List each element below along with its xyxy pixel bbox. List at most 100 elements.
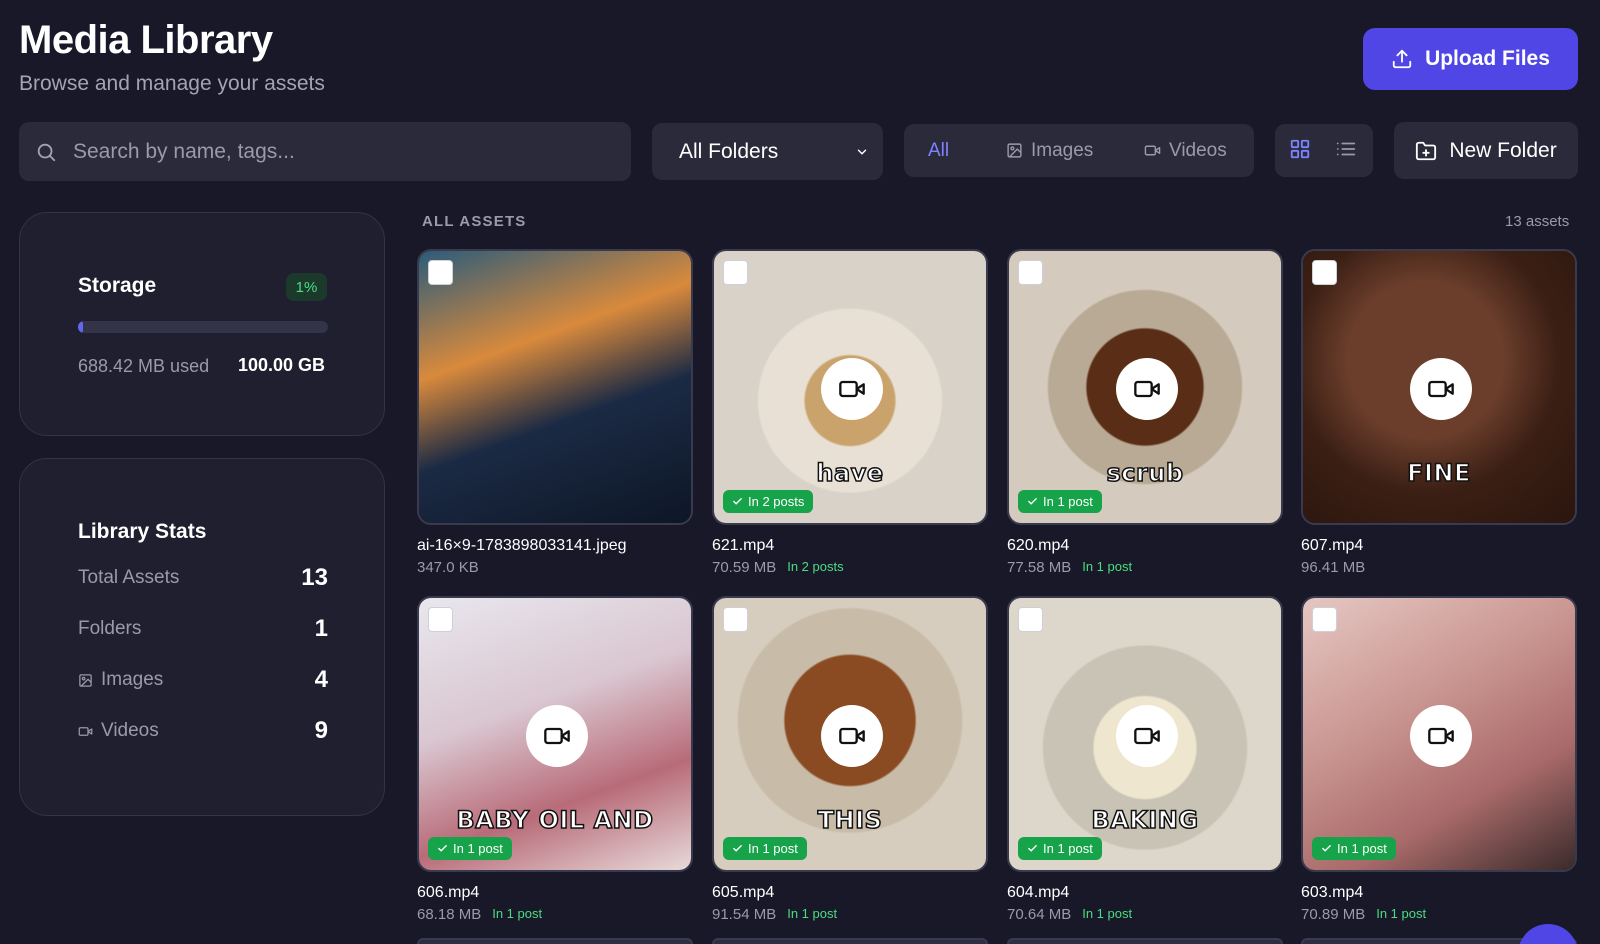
filter-all-button[interactable]: All <box>928 124 949 177</box>
asset-thumbnail[interactable]: BAKING In 1 post <box>1007 596 1283 872</box>
video-icon <box>1134 380 1160 398</box>
video-play-button[interactable] <box>1410 358 1472 420</box>
select-checkbox[interactable] <box>1018 607 1043 632</box>
check-icon <box>438 845 447 852</box>
asset-tile[interactable]: ai-16×9-1783898033141.jpeg 347.0 KB <box>417 249 693 576</box>
video-play-button[interactable] <box>1410 705 1472 767</box>
search-icon <box>37 143 56 161</box>
post-usage-badge: In 1 post <box>1018 490 1102 513</box>
asset-thumbnail[interactable]: THIS In 1 post <box>712 596 988 872</box>
grid-view-icon <box>1290 139 1310 159</box>
asset-tile-partial <box>1007 938 1283 944</box>
asset-thumbnail[interactable]: have In 2 posts <box>712 249 988 525</box>
asset-tile-partial <box>712 938 988 944</box>
stat-label-text: Videos <box>101 720 159 741</box>
asset-size: 77.58 MB <box>1007 559 1072 576</box>
chevron-down-icon <box>857 149 867 155</box>
asset-thumbnail[interactable]: scrub In 1 post <box>1007 249 1283 525</box>
storage-percent-badge: 1% <box>286 273 327 301</box>
asset-post-count: In 1 post <box>492 906 543 921</box>
storage-card: Storage 1% 688.42 MB used 100.00 GB <box>19 212 385 436</box>
stat-label: Folders <box>78 618 142 639</box>
grid-view-button[interactable] <box>1289 138 1313 162</box>
asset-post-count: In 2 posts <box>787 559 844 574</box>
asset-thumbnail[interactable]: FINE <box>1301 249 1577 525</box>
select-checkbox[interactable] <box>1018 260 1043 285</box>
filter-images-button[interactable]: Images <box>1006 124 1093 177</box>
video-play-button[interactable] <box>821 358 883 420</box>
asset-thumbnail[interactable]: In 1 post <box>1301 596 1577 872</box>
upload-files-button[interactable]: Upload Files <box>1363 28 1578 90</box>
check-icon <box>733 498 742 505</box>
asset-size: 68.18 MB <box>417 906 482 923</box>
asset-tile[interactable]: scrub In 1 post 620.mp4 77.58 MB In 1 po… <box>1007 249 1283 576</box>
stat-label-videos: Videos <box>78 720 159 742</box>
asset-name: 620.mp4 <box>1007 537 1070 554</box>
folder-select[interactable]: All Folders <box>652 123 883 180</box>
asset-tile[interactable]: THIS In 1 post 605.mp4 91.54 MB In 1 pos… <box>712 596 988 923</box>
video-icon <box>78 726 93 736</box>
post-usage-badge: In 2 posts <box>723 490 814 513</box>
asset-tile-partial <box>417 938 693 944</box>
video-icon <box>1134 727 1160 745</box>
stat-value: 9 <box>314 717 328 744</box>
post-usage-badge: In 1 post <box>723 837 807 860</box>
post-usage-badge-label: In 1 post <box>748 841 798 856</box>
new-folder-button[interactable]: New Folder <box>1394 122 1578 179</box>
asset-tile[interactable]: FINE 607.mp4 96.41 MB <box>1301 249 1577 576</box>
asset-name: 604.mp4 <box>1007 884 1070 901</box>
post-usage-badge: In 1 post <box>1312 837 1396 860</box>
filter-videos-label: Videos <box>1169 139 1227 161</box>
video-play-button[interactable] <box>526 705 588 767</box>
asset-meta: 70.59 MB In 2 posts <box>712 559 988 576</box>
post-usage-badge-label: In 2 posts <box>748 494 805 509</box>
post-usage-badge-label: In 1 post <box>1043 494 1093 509</box>
select-checkbox[interactable] <box>1312 607 1337 632</box>
video-play-button[interactable] <box>1116 358 1178 420</box>
floating-action-button[interactable] <box>1518 924 1578 944</box>
thumbnail-caption: have <box>816 458 884 488</box>
upload-icon <box>1392 49 1412 69</box>
list-view-button[interactable] <box>1335 138 1359 162</box>
folder-select-value: All Folders <box>679 139 779 163</box>
select-checkbox[interactable] <box>1312 260 1337 285</box>
storage-used: 688.42 MB used <box>78 356 210 376</box>
asset-tile[interactable]: In 1 post 603.mp4 70.89 MB In 1 post <box>1301 596 1577 923</box>
asset-tile[interactable]: BAKING In 1 post 604.mp4 70.64 MB In 1 p… <box>1007 596 1283 923</box>
asset-tile[interactable]: have In 2 posts 621.mp4 70.59 MB In 2 po… <box>712 249 988 576</box>
asset-size: 70.64 MB <box>1007 906 1072 923</box>
select-checkbox[interactable] <box>723 260 748 285</box>
asset-size: 347.0 KB <box>417 559 479 576</box>
stat-value: 1 <box>314 615 328 642</box>
video-icon <box>1144 145 1161 156</box>
video-play-button[interactable] <box>821 705 883 767</box>
asset-tile[interactable]: BABY OIL AND In 1 post 606.mp4 68.18 MB … <box>417 596 693 923</box>
stat-label: Total Assets <box>78 567 180 588</box>
check-icon <box>1322 845 1331 852</box>
stat-label-text: Images <box>101 669 164 690</box>
stat-row-videos: Videos 9 <box>78 717 328 745</box>
thumbnail-caption: scrub <box>1106 458 1184 488</box>
filter-all-label: All <box>928 139 950 161</box>
filter-videos-button[interactable]: Videos <box>1144 124 1227 177</box>
library-stats-card: Library Stats Total Assets 13 Folders 1 … <box>19 458 385 816</box>
post-usage-badge: In 1 post <box>1018 837 1102 860</box>
search-bar <box>19 122 631 181</box>
asset-count: 13 assets <box>1505 213 1570 230</box>
video-icon <box>839 727 865 745</box>
select-checkbox[interactable] <box>723 607 748 632</box>
search-input[interactable] <box>73 139 613 164</box>
select-checkbox[interactable] <box>428 607 453 632</box>
select-checkbox[interactable] <box>428 260 453 285</box>
stat-row-folders: Folders 1 <box>78 615 328 643</box>
video-play-button[interactable] <box>1116 705 1178 767</box>
asset-thumbnail[interactable] <box>417 249 693 525</box>
asset-thumbnail[interactable]: BABY OIL AND In 1 post <box>417 596 693 872</box>
post-usage-badge-label: In 1 post <box>1043 841 1093 856</box>
page-subtitle: Browse and manage your assets <box>19 72 325 95</box>
post-usage-badge: In 1 post <box>428 837 512 860</box>
upload-files-label: Upload Files <box>1425 47 1550 70</box>
asset-size: 91.54 MB <box>712 906 777 923</box>
asset-name: 607.mp4 <box>1301 537 1364 554</box>
asset-meta: 70.64 MB In 1 post <box>1007 906 1283 923</box>
